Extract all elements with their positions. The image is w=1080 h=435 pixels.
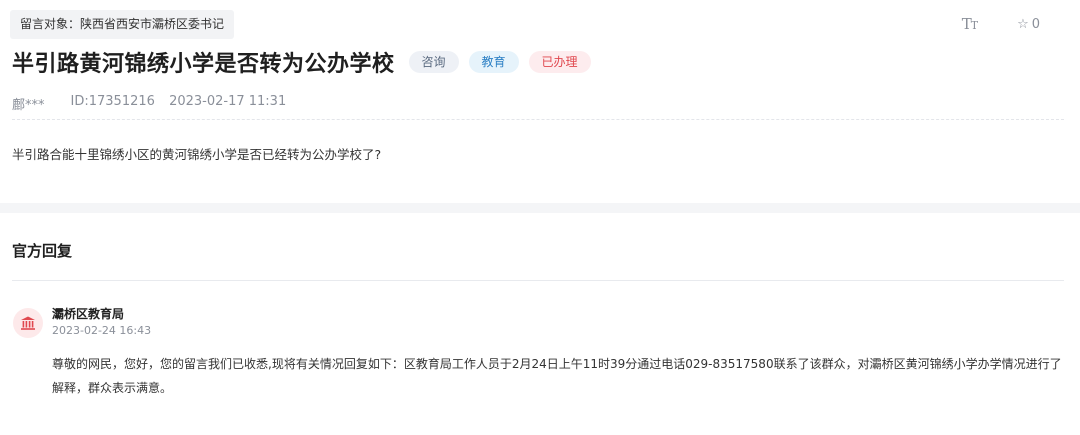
reply-heading: 官方回复 [12,242,73,260]
government-building-icon [13,308,43,338]
font-size-icon[interactable]: TT [962,15,978,33]
section-gap [0,203,1080,213]
toolbar: TT ☆ 0 [962,15,1040,33]
message-meta: 鄜*** ID:17351216 2023-02-17 11:31 [12,94,286,113]
official-reply-section: 官方回复 灞桥区教育局 2023-02-24 16:43 尊敬的网民，您好，您的… [0,213,1080,435]
tag-consult: 咨询 [408,51,459,73]
recipient-tag: 留言对象：陕西省西安市灞桥区委书记 [10,10,235,39]
reply-time: 2023-02-24 16:43 [52,324,152,337]
status-badge: 已办理 [528,51,591,73]
message-card: 留言对象：陕西省西安市灞桥区委书记 TT ☆ 0 半引路黄河锦绣小学是否转为公办… [0,0,1080,203]
title-row: 半引路黄河锦绣小学是否转为公办学校 咨询 教育 已办理 [12,46,591,78]
tag-education: 教育 [468,51,519,73]
message-datetime: 2023-02-17 11:31 [169,94,287,109]
star-outline-icon: ☆ [1017,16,1029,32]
favorite-button[interactable]: ☆ 0 [1017,17,1040,32]
meta-divider [12,119,1064,120]
message-id: ID:17351216 [70,94,155,109]
page-title: 半引路黄河锦绣小学是否转为公办学校 [12,52,395,77]
message-content: 半引路合能十里锦绣小区的黄河锦绣小学是否已经转为公办学校了? [12,147,382,162]
reply-body: 尊敬的网民，您好，您的留言我们已收悉,现将有关情况回复如下：区教育局工作人员于2… [52,357,1062,395]
recipient-label: 留言对象： [20,17,81,31]
reply-divider [12,280,1064,281]
reply-org-name: 灞桥区教育局 [52,307,125,321]
author-name: 鄜*** [12,98,45,113]
recipient-value: 陕西省西安市灞桥区委书记 [80,17,225,31]
favorite-count: 0 [1031,16,1040,32]
